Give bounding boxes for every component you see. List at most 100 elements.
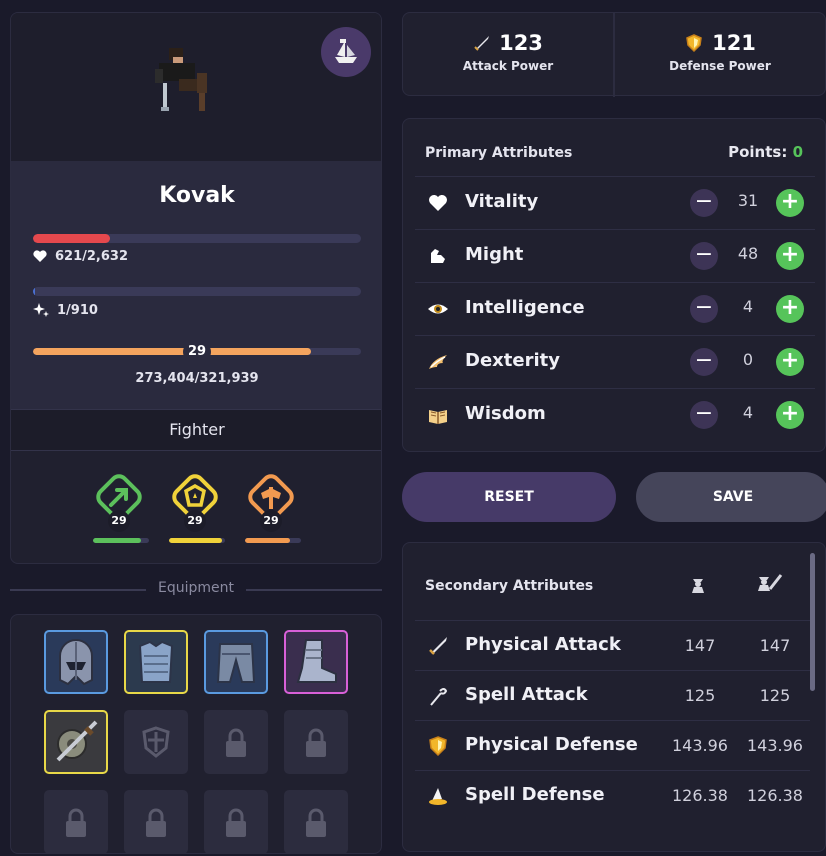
attribute-name: Dexterity [465,350,560,371]
staff-icon [430,688,448,706]
skill-progress-fill [93,538,141,543]
sparkle-icon [33,303,49,317]
attack-power-label: Attack Power [462,59,554,73]
equipped-character-icon [758,574,783,591]
helmet-slot[interactable] [44,630,108,694]
skill-badge-axe[interactable]: 29 [243,469,301,543]
equipment-divider: Equipment [10,580,382,600]
attribute-row-vitality: Vitality − 31 + [415,176,815,228]
secondary-name: Physical Defense [465,734,638,755]
secondary-name: Physical Attack [465,634,621,655]
skill-level: 29 [184,510,206,532]
attribute-value: 4 [742,297,754,316]
scrollbar-thumb[interactable] [810,553,815,691]
attribute-row-dexterity: Dexterity − 0 + [415,335,815,387]
sword-icon [429,637,447,655]
increase-button[interactable]: + [776,189,804,217]
weapon-slot[interactable] [44,710,108,774]
lock-icon [306,808,326,837]
mp-bar [33,287,361,296]
locked-slot [284,710,348,774]
increase-button[interactable]: + [776,348,804,376]
mp-bar-fill [33,287,35,296]
divider-line [246,589,382,591]
attribute-value: 48 [737,244,759,263]
attribute-name: Vitality [465,191,539,212]
secondary-row-physical-defense: Physical Defense 143.96 143.96 [415,720,810,770]
hp-bar [33,234,361,243]
attribute-name: Might [465,244,524,265]
total-value: 126.38 [747,786,803,805]
increase-button[interactable]: + [776,295,804,323]
mp-text: 1/910 [57,302,98,318]
hp-line: 621/2,632 [33,249,128,264]
secondary-name: Spell Defense [465,784,605,805]
decrease-button[interactable]: − [690,295,718,323]
locked-slot [44,790,108,854]
book-icon [429,410,447,424]
attribute-value: 31 [737,191,759,210]
attribute-value: 0 [742,350,754,369]
sword-icon [474,36,490,51]
lock-icon [306,728,326,757]
ship-icon [335,39,357,63]
lock-icon [146,808,166,837]
legs-slot[interactable] [204,630,268,694]
xp-text: 273,404/321,939 [135,371,259,386]
attribute-row-intelligence: Intelligence − 4 + [415,282,815,334]
leg-armor-icon [216,643,256,683]
skill-level: 29 [108,510,130,532]
attribute-name: Intelligence [465,297,585,318]
shield-placeholder-icon [142,726,170,758]
heart-icon [429,195,447,211]
xp-bar-fill [33,348,312,355]
total-value: 143.96 [747,736,803,755]
reset-button[interactable]: RESET [402,472,616,522]
attack-power-box: 123 Attack Power [403,13,613,97]
increase-button[interactable]: + [776,242,804,270]
skill-progress-fill [169,538,223,543]
points-label: Points: [728,143,788,161]
level-badge: 29 [183,341,211,363]
total-value: 125 [759,686,791,705]
equipment-panel [10,614,382,854]
skill-progress [93,538,149,543]
mp-line: 1/910 [33,302,98,318]
save-button[interactable]: SAVE [636,472,826,522]
heart-icon [33,250,47,262]
skill-progress-fill [245,538,290,543]
base-value: 125 [684,686,716,705]
boots-slot[interactable] [284,630,348,694]
hp-text: 621/2,632 [55,249,129,264]
decrease-button[interactable]: − [690,189,718,217]
defense-power-box: 121 Defense Power [615,13,825,97]
locked-slot [204,710,268,774]
skill-progress [245,538,301,543]
base-character-icon [692,579,704,593]
skill-badge-arrow[interactable]: 29 [91,469,149,543]
decrease-button[interactable]: − [690,401,718,429]
shield-icon [686,34,702,53]
secondary-row-physical-attack: Physical Attack 147 147 [415,620,810,670]
skill-progress [169,538,225,543]
boot-icon [296,639,337,683]
skill-badge-shield[interactable]: 29 [167,469,225,543]
decrease-button[interactable]: − [690,348,718,376]
hp-bar-fill [33,234,111,243]
eye-icon [428,304,448,314]
secondary-attributes-panel: Secondary Attributes Physical Attack 147… [402,542,826,852]
attribute-row-might: Might − 48 + [415,229,815,281]
defense-power-value: 121 [712,31,756,55]
armor-slot[interactable] [124,630,188,694]
increase-button[interactable]: + [776,401,804,429]
attribute-value: 4 [742,403,754,422]
lock-icon [66,808,86,837]
primary-attributes-panel: Primary Attributes Points: 0 Vitality − … [402,118,826,452]
class-emblem-button[interactable] [321,27,371,77]
decrease-button[interactable]: − [690,242,718,270]
secondary-row-spell-defense: Spell Defense 126.38 126.38 [415,770,810,820]
attribute-name: Wisdom [465,403,546,424]
offhand-slot[interactable] [124,710,188,774]
divider-line [10,589,146,591]
attack-power-value: 123 [499,31,543,55]
